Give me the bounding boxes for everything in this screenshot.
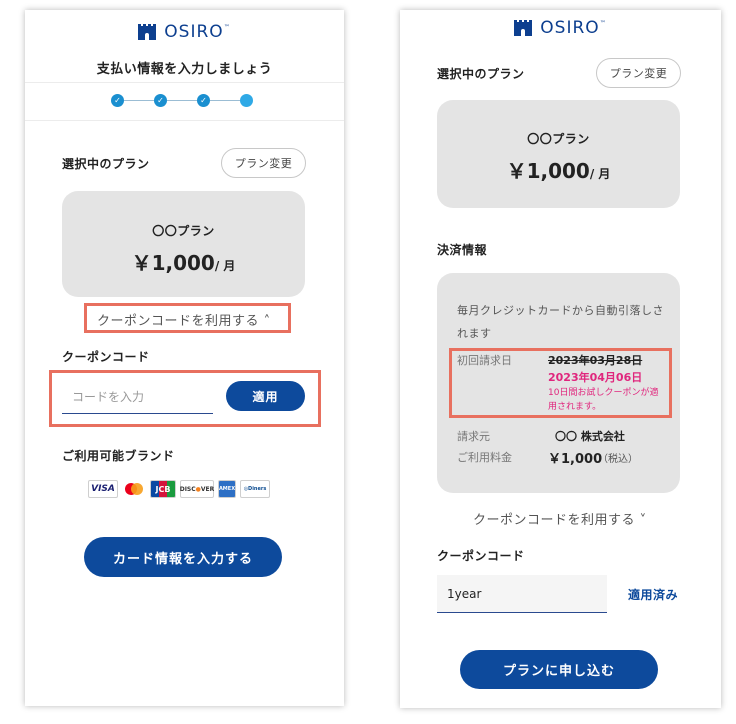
- selected-plan-label: 選択中のプラン: [437, 67, 525, 81]
- step-1-done: ✓: [111, 94, 124, 107]
- price-amount: ￥1,000: [506, 159, 590, 183]
- confirmation-screen: OSIRO™ 選択中のプラン プラン変更 〇〇プラン ￥1,000/ 月 決済情…: [400, 10, 721, 708]
- available-brands-label: ご利用可能ブランド: [62, 449, 175, 463]
- step-indicator: ✓ ✓ ✓: [111, 94, 253, 107]
- plan-name: 〇〇プラン: [527, 132, 590, 146]
- amex-brand-icon: AMEX: [218, 480, 236, 498]
- visa-brand-icon: VISA: [88, 480, 118, 498]
- divider: [25, 82, 344, 83]
- logo-tm: ™: [599, 20, 607, 27]
- billing-date-highlight: [449, 348, 672, 418]
- osiro-logo: OSIRO™: [400, 18, 721, 38]
- enter-card-info-button[interactable]: カード情報を入力する: [84, 537, 282, 577]
- divider: [25, 120, 344, 121]
- plan-card: 〇〇プラン ￥1,000/ 月: [437, 100, 680, 208]
- logo-text: OSIRO: [164, 22, 224, 42]
- step-4-current: [240, 94, 253, 107]
- plan-name: 〇〇プラン: [152, 224, 215, 238]
- change-plan-button[interactable]: プラン変更: [221, 148, 306, 178]
- castle-logo-icon: [138, 24, 157, 40]
- check-icon: ✓: [200, 96, 207, 105]
- biller-value: 〇〇 株式会社: [555, 430, 625, 443]
- fee-tax-note: （税込）: [598, 454, 638, 465]
- coupon-code-input[interactable]: 1year: [437, 575, 607, 613]
- apply-plan-button[interactable]: プランに申し込む: [460, 650, 658, 689]
- biller-label: 請求元: [457, 430, 490, 443]
- chevron-down-icon: ˅: [639, 513, 647, 528]
- step-connector: [210, 100, 240, 101]
- check-icon: ✓: [157, 96, 164, 105]
- logo-tm: ™: [223, 24, 231, 31]
- coupon-code-label: クーポンコード: [62, 350, 150, 364]
- discover-brand-icon: DISC ● VER: [180, 480, 214, 498]
- coupon-code-label: クーポンコード: [437, 549, 525, 563]
- coupon-toggle-label: クーポンコードを利用する: [473, 513, 636, 528]
- step-connector: [167, 100, 197, 101]
- fee-label: ご利用料金: [457, 451, 512, 464]
- price-unit: / 月: [214, 259, 236, 273]
- coupon-toggle[interactable]: クーポンコードを利用する ˄: [97, 310, 271, 329]
- plan-price: ￥1,000/ 月: [62, 247, 305, 276]
- mastercard-brand-icon: [122, 480, 146, 498]
- apply-coupon-button[interactable]: 適用: [226, 381, 305, 411]
- plan-card: 〇〇プラン ￥1,000/ 月: [62, 191, 305, 297]
- page-title: 支払い情報を入力しましょう: [96, 62, 273, 77]
- osiro-logo: OSIRO™: [25, 22, 344, 42]
- chevron-up-icon: ˄: [263, 314, 271, 329]
- selected-plan-label: 選択中のプラン: [62, 157, 150, 171]
- castle-logo-icon: [514, 20, 533, 36]
- fee-value: ￥1,000: [548, 452, 603, 467]
- price-amount: ￥1,000: [131, 251, 215, 275]
- coupon-code-input[interactable]: コードを入力: [62, 380, 213, 414]
- change-plan-button[interactable]: プラン変更: [596, 58, 681, 88]
- coupon-toggle[interactable]: クーポンコードを利用する ˅: [473, 509, 647, 528]
- price-unit: / 月: [589, 167, 611, 181]
- jcb-brand-icon: JCB: [150, 480, 176, 498]
- payment-info-label: 決済情報: [437, 243, 488, 257]
- step-3-done: ✓: [197, 94, 210, 107]
- plan-price: ￥1,000/ 月: [437, 155, 680, 184]
- coupon-applied-status: 適用済み: [628, 588, 679, 602]
- coupon-toggle-label: クーポンコードを利用する: [97, 314, 260, 329]
- card-brands: VISA JCB DISC ● VER AMEX ◎Diners: [88, 480, 270, 498]
- payment-input-screen: OSIRO™ 支払い情報を入力しましょう ✓ ✓ ✓ 選択中のプラン プラン変更…: [25, 10, 344, 706]
- logo-text: OSIRO: [540, 18, 600, 38]
- diners-brand-icon: ◎Diners: [240, 480, 270, 498]
- step-connector: [124, 100, 154, 101]
- check-icon: ✓: [114, 96, 121, 105]
- step-2-done: ✓: [154, 94, 167, 107]
- payment-description: 毎月クレジットカードから自動引落しされます: [457, 304, 664, 340]
